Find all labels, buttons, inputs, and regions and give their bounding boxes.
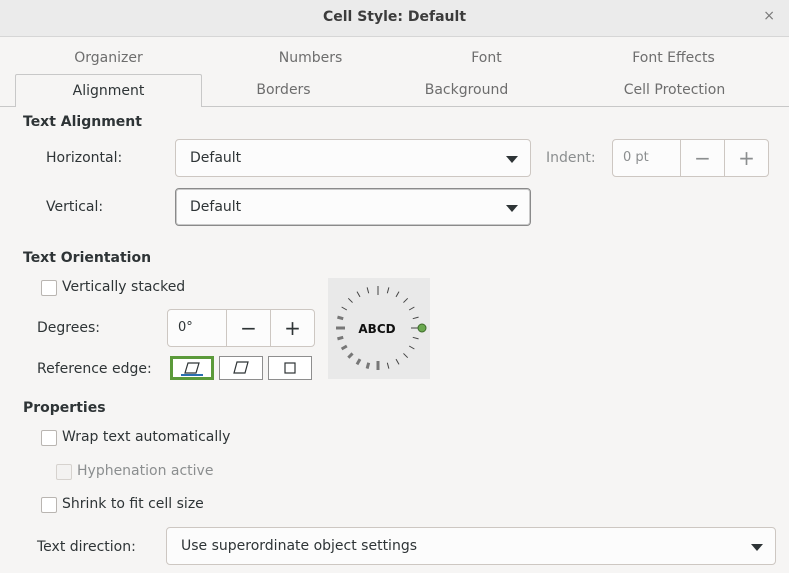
close-icon[interactable]: ×: [763, 8, 775, 24]
degrees-label: Degrees:: [37, 320, 100, 336]
indent-stepper[interactable]: 0 pt − +: [612, 139, 769, 177]
hyphenation-checkbox[interactable]: [56, 464, 72, 480]
orientation-dial-graphic: ABCD: [336, 286, 427, 370]
tab-background[interactable]: Background: [373, 74, 560, 107]
text-direction-value: Use superordinate object settings: [181, 538, 417, 554]
dial-tick: [365, 362, 371, 369]
horizontal-label: Horizontal:: [46, 150, 123, 166]
chevron-down-icon: [751, 544, 763, 551]
text-alignment-heading: Text Alignment: [23, 114, 142, 130]
text-orientation-heading: Text Orientation: [23, 250, 152, 266]
title-bar: Cell Style: Default ×: [0, 0, 789, 37]
degrees-stepper[interactable]: 0° − +: [167, 309, 315, 347]
chevron-down-icon: [506, 205, 518, 212]
vertical-select-value: Default: [190, 199, 242, 215]
degrees-increment-button[interactable]: +: [270, 310, 314, 346]
vertically-stacked-checkbox[interactable]: [41, 280, 57, 296]
reference-edge-bottom-button[interactable]: [170, 356, 214, 380]
degrees-decrement-button[interactable]: −: [226, 310, 270, 346]
tab-row-2: Alignment Borders Background Cell Protec…: [0, 74, 789, 107]
reference-edge-top-icon: [233, 361, 249, 374]
dial-tick: [340, 344, 348, 351]
orientation-dial[interactable]: ABCD: [328, 278, 430, 379]
hyphenation-label: Hyphenation active: [77, 463, 214, 479]
dial-tick: [386, 287, 390, 294]
dial-tick: [395, 358, 400, 365]
text-direction-label: Text direction:: [37, 539, 136, 555]
dial-tick: [337, 315, 344, 321]
tab-font[interactable]: Font: [393, 42, 580, 75]
wrap-text-label: Wrap text automatically: [62, 429, 231, 445]
dial-tick: [386, 362, 390, 369]
dial-tick: [347, 352, 354, 359]
shrink-to-fit-checkbox[interactable]: [41, 497, 57, 513]
vertical-label: Vertical:: [46, 199, 104, 215]
reference-edge-inside-button[interactable]: [268, 356, 312, 380]
dial-tick: [366, 287, 370, 294]
tab-cell-protection[interactable]: Cell Protection: [581, 74, 768, 107]
vertically-stacked-label: Vertically stacked: [62, 279, 186, 295]
chevron-down-icon: [506, 156, 518, 163]
horizontal-select-value: Default: [190, 150, 242, 166]
dial-tick: [337, 335, 344, 341]
tab-borders[interactable]: Borders: [190, 74, 377, 107]
dial-tick: [356, 291, 361, 298]
reference-edge-label: Reference edge:: [37, 361, 152, 377]
vertical-select[interactable]: Default: [175, 188, 531, 226]
reference-edge-top-button[interactable]: [219, 356, 263, 380]
indent-value[interactable]: 0 pt: [613, 140, 680, 176]
indent-label: Indent:: [546, 150, 596, 166]
dial-tick: [408, 345, 415, 350]
shrink-to-fit-label: Shrink to fit cell size: [62, 496, 204, 512]
tab-organizer[interactable]: Organizer: [15, 42, 202, 75]
dial-tick: [341, 306, 348, 311]
dial-tick: [347, 297, 353, 303]
properties-heading: Properties: [23, 400, 106, 416]
tab-font-effects[interactable]: Font Effects: [580, 42, 767, 75]
degrees-value[interactable]: 0°: [168, 310, 226, 346]
text-direction-select[interactable]: Use superordinate object settings: [166, 527, 776, 565]
indent-increment-button[interactable]: +: [724, 140, 768, 176]
tab-alignment[interactable]: Alignment: [15, 74, 202, 107]
dial-tick: [412, 336, 419, 340]
reference-edge-inside-icon: [284, 362, 296, 374]
dial-handle-dot[interactable]: [417, 323, 427, 333]
tab-numbers[interactable]: Numbers: [217, 42, 404, 75]
dial-tick: [403, 297, 409, 303]
dial-text: ABCD: [358, 322, 395, 336]
reference-edge-bottom-icon: [181, 362, 203, 376]
horizontal-select[interactable]: Default: [175, 139, 531, 177]
dial-tick: [412, 316, 419, 320]
dial-tick: [355, 358, 362, 366]
dial-tick: [408, 306, 415, 311]
window-title: Cell Style: Default: [322, 9, 467, 25]
dial-tick: [403, 353, 409, 359]
indent-decrement-button[interactable]: −: [680, 140, 724, 176]
dial-tick: [395, 291, 400, 298]
tab-row-1: Organizer Numbers Font Font Effects: [0, 42, 789, 75]
wrap-text-checkbox[interactable]: [41, 430, 57, 446]
